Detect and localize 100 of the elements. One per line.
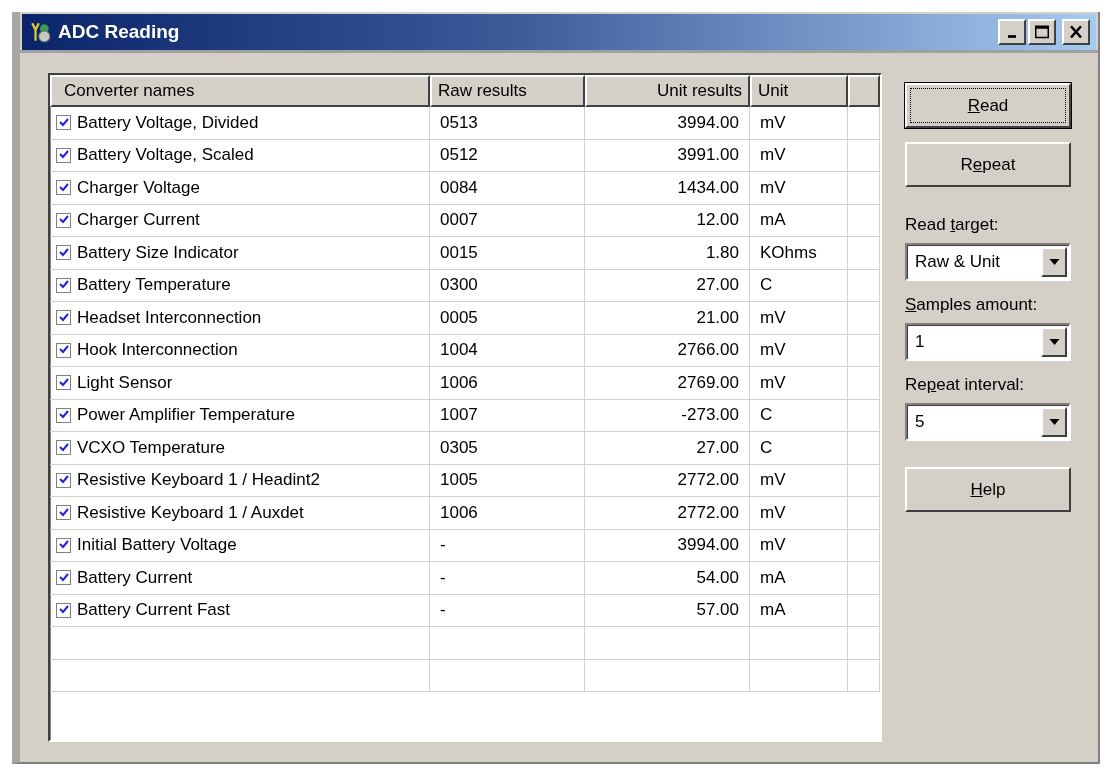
unit-cell: mV [750, 497, 848, 530]
checkbox[interactable] [56, 147, 71, 163]
table-cell: 2772.00 [585, 464, 750, 497]
unit-cell: C [750, 399, 848, 432]
maximize-button[interactable] [1028, 19, 1056, 45]
dropdown-field[interactable]: 5 [905, 403, 1071, 441]
checkbox[interactable] [56, 180, 71, 196]
table-cell: 1434.00 [585, 172, 750, 205]
table-cell: 1005 [430, 464, 585, 497]
table-cell: 1006 [430, 497, 585, 530]
converter-name: VCXO Temperature [77, 437, 226, 458]
caret-icon [1048, 419, 1060, 425]
converter-name: Battery Temperature [77, 275, 231, 296]
table-cell: 12.00 [585, 204, 750, 237]
push-button[interactable]: Help [905, 467, 1071, 512]
converter-name: Power Amplifier Temperature [77, 405, 295, 426]
unit-cell: mV [750, 139, 848, 172]
dropdown-field[interactable]: Raw & Unit [905, 243, 1071, 281]
unit-cell: mV [750, 172, 848, 205]
field-label: Read target: [905, 215, 1000, 235]
empty-cell [848, 562, 880, 595]
checkbox[interactable] [56, 537, 71, 553]
checkbox[interactable] [56, 407, 71, 423]
field-label: Repeat interval: [905, 375, 1026, 395]
converter-name: Battery Current [77, 567, 193, 588]
field-label: Samples amount: [905, 295, 1039, 315]
empty-cell [848, 334, 880, 367]
checkbox[interactable] [56, 472, 71, 488]
checkbox[interactable] [56, 440, 71, 456]
table-cell: 0512 [430, 139, 585, 172]
dropdown-field[interactable]: 1 [905, 323, 1071, 361]
checkbox[interactable] [56, 375, 71, 391]
table-cell: 2769.00 [585, 367, 750, 400]
empty-cell [848, 497, 880, 530]
table-cell: 27.00 [585, 432, 750, 465]
unit-cell: mV [750, 334, 848, 367]
empty-cell [848, 659, 880, 692]
column-header[interactable]: Raw results [430, 75, 585, 107]
converter-name: Battery Voltage, Scaled [77, 145, 254, 166]
checkbox[interactable] [56, 115, 71, 131]
table-cell: 1004 [430, 334, 585, 367]
converter-name: Light Sensor [77, 372, 173, 393]
empty-cell [848, 172, 880, 205]
caret-icon [1048, 259, 1060, 265]
unit-cell: mV [750, 302, 848, 335]
table-cell: 1006 [430, 367, 585, 400]
table-cell: -273.00 [585, 399, 750, 432]
dropdown-arrow-button[interactable] [1041, 247, 1067, 277]
table-cell: 0084 [430, 172, 585, 205]
unit-cell: mA [750, 204, 848, 237]
checkbox[interactable] [56, 245, 71, 261]
table-cell: 0005 [430, 302, 585, 335]
empty-cell [848, 594, 880, 627]
close-button[interactable] [1062, 19, 1090, 45]
checkbox[interactable] [56, 212, 71, 228]
converter-name: Battery Size Indicator [77, 242, 239, 263]
table-cell: 3994.00 [585, 529, 750, 562]
table-cell: 21.00 [585, 302, 750, 335]
checkbox[interactable] [56, 342, 71, 358]
empty-cell [848, 302, 880, 335]
converter-name: Initial Battery Voltage [77, 535, 237, 556]
unit-cell: mA [750, 562, 848, 595]
caret-icon [1048, 339, 1060, 345]
column-header[interactable]: Unit results [585, 75, 750, 107]
checkbox[interactable] [56, 602, 71, 618]
minimize-icon [1008, 35, 1016, 38]
table-cell: - [430, 529, 585, 562]
dropdown-arrow-button[interactable] [1041, 407, 1067, 437]
table-cell: 2766.00 [585, 334, 750, 367]
column-header[interactable]: Converter names [50, 75, 430, 107]
push-button[interactable]: Repeat [905, 142, 1071, 187]
unit-cell: mV [750, 107, 848, 140]
checkbox[interactable] [56, 505, 71, 521]
table-cell: 0015 [430, 237, 585, 270]
unit-cell: C [750, 432, 848, 465]
converter-name: Battery Current Fast [77, 600, 231, 621]
checkbox[interactable] [56, 570, 71, 586]
converter-name: Battery Voltage, Divided [77, 112, 259, 133]
checkbox[interactable] [56, 277, 71, 293]
table-cell: 1007 [430, 399, 585, 432]
converter-name: Headset Interconnection [77, 307, 262, 328]
table-cell: 27.00 [585, 269, 750, 302]
minimize-button[interactable] [998, 19, 1026, 45]
empty-cell [848, 139, 880, 172]
table-cell: 3991.00 [585, 139, 750, 172]
empty-cell [848, 399, 880, 432]
empty-cell [848, 464, 880, 497]
checkbox[interactable] [56, 310, 71, 326]
table-cell: 0007 [430, 204, 585, 237]
empty-cell [848, 269, 880, 302]
dropdown-arrow-button[interactable] [1041, 327, 1067, 357]
column-header[interactable]: Unit [750, 75, 848, 107]
table-cell: 0305 [430, 432, 585, 465]
close-icon [1067, 24, 1085, 40]
converter-name: Charger Current [77, 210, 200, 231]
push-button[interactable]: Read [905, 83, 1071, 128]
converter-name: Hook Interconnection [77, 340, 238, 361]
table-cell: 0300 [430, 269, 585, 302]
empty-cell [848, 367, 880, 400]
table-cell: - [430, 562, 585, 595]
